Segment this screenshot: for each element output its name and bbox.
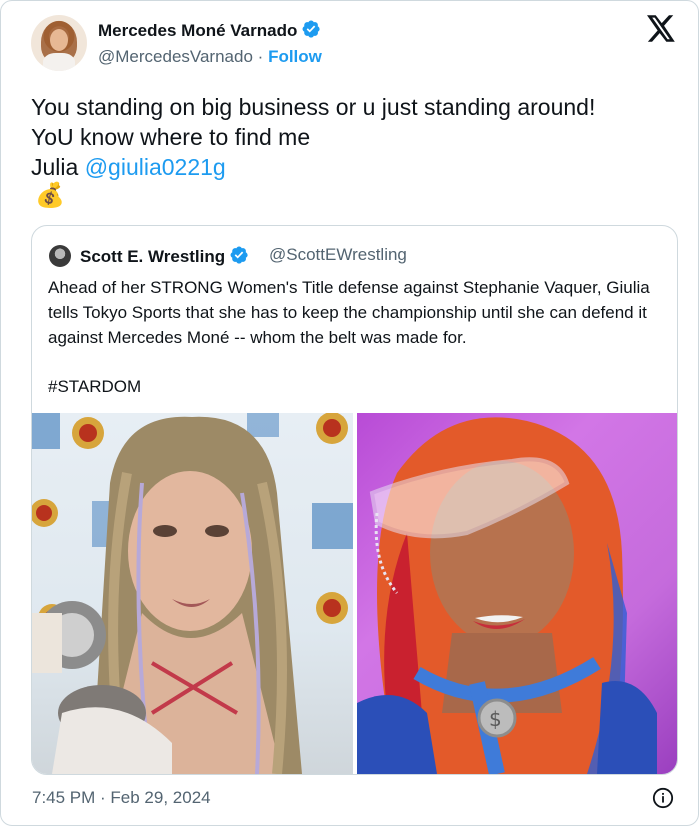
x-logo-icon[interactable] (647, 15, 676, 47)
separator-dot: · (257, 47, 264, 66)
money-bag-emoji: 💰 (35, 182, 65, 209)
quoted-author-handle[interactable]: @ScottEWrestling (269, 245, 407, 265)
quoted-tweet[interactable]: Scott E. Wrestling @ScottEWrestling Ahea… (31, 225, 678, 775)
info-icon[interactable] (652, 787, 674, 814)
author-name-text[interactable]: Mercedes Moné Varnado (98, 21, 297, 40)
author-handle-row: @MercedesVarnado · Follow (98, 47, 322, 67)
author-handle[interactable]: @MercedesVarnado (98, 47, 253, 66)
mention-link[interactable]: @giulia0221g (85, 154, 226, 180)
photo-giulia[interactable] (32, 413, 353, 774)
verified-badge-icon (301, 19, 321, 44)
timestamp[interactable]: 7:45 PM · Feb 29, 2024 (32, 788, 211, 808)
quoted-tweet-text: Ahead of her STRONG Women's Title defens… (48, 278, 650, 347)
quoted-author-avatar[interactable] (49, 245, 71, 267)
tweet-line-2: YoU know where to find me (31, 124, 311, 150)
svg-text:$: $ (489, 707, 502, 731)
tweet-line-3: Julia @giulia0221g (31, 152, 671, 182)
tweet-text: You standing on big business or u just s… (31, 92, 671, 182)
photo-mercedes[interactable]: $ (357, 413, 677, 774)
tweet-line-1: You standing on big business or u just s… (31, 94, 596, 120)
follow-button[interactable]: Follow (268, 47, 322, 66)
author-avatar[interactable] (31, 15, 87, 71)
quoted-author-name-text[interactable]: Scott E. Wrestling (80, 247, 225, 266)
hashtag[interactable]: #STARDOM (48, 377, 141, 397)
author-name[interactable]: Mercedes Moné Varnado (98, 19, 321, 44)
tweet-card: Mercedes Moné Varnado @MercedesVarnado ·… (0, 0, 699, 826)
verified-badge-icon (229, 245, 249, 270)
tweet-line-3-prefix: Julia (31, 154, 85, 180)
quoted-author-name[interactable]: Scott E. Wrestling (80, 245, 249, 270)
